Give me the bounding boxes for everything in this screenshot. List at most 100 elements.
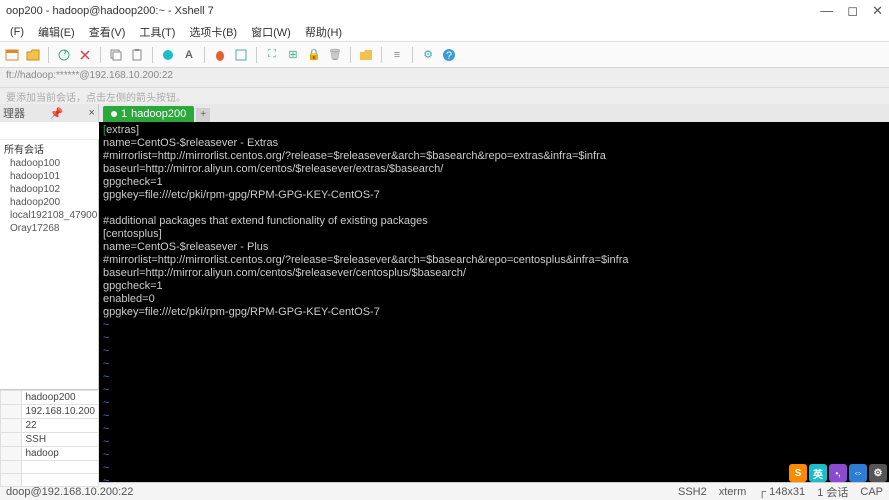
sidebar-close-icon[interactable]: × — [89, 107, 95, 119]
terminal[interactable]: [extras] name=CentOS-$releasever - Extra… — [99, 122, 889, 482]
status-ssh: SSH2 — [678, 486, 707, 498]
term-line: gpgkey=file:///etc/pki/rpm-gpg/RPM-GPG-K… — [103, 189, 380, 201]
script-icon[interactable] — [233, 47, 249, 63]
prop-row: hadoop200 — [1, 391, 99, 405]
copy-icon[interactable] — [108, 47, 124, 63]
folder-icon[interactable] — [358, 47, 374, 63]
maximize-button[interactable]: ◻ — [847, 3, 858, 19]
collapse-icon[interactable]: ⊞ — [285, 47, 301, 63]
session-item[interactable]: Oray17268 — [0, 222, 98, 235]
tab-label: hadoop200 — [131, 108, 186, 120]
status-sessions: 1 会话 — [817, 484, 848, 500]
tab-add-button[interactable]: + — [196, 108, 210, 122]
term-line: extras] — [106, 124, 139, 136]
tab-index: 1 — [121, 108, 127, 120]
close-button[interactable]: ✕ — [872, 3, 883, 19]
hint-bar: 要添加当前会话，点击左侧的箭头按钮。 — [0, 88, 889, 104]
disconnect-icon[interactable] — [77, 47, 93, 63]
prop-protocol: SSH — [22, 433, 99, 447]
trash-icon[interactable]: 🗑 — [327, 47, 343, 63]
settings-icon[interactable]: ⚙ — [420, 47, 436, 63]
expand-icon[interactable]: ⛶ — [264, 47, 280, 63]
term-line: enabled=0 — [103, 293, 155, 305]
prop-row: hadoop — [1, 447, 99, 461]
sidebar-title: 理器 — [3, 105, 25, 121]
svg-text:?: ? — [446, 50, 452, 62]
term-tilde: ~ — [103, 475, 109, 482]
separator — [381, 47, 382, 63]
menu-edit[interactable]: 编辑(E) — [32, 22, 81, 42]
term-tilde: ~ — [103, 384, 109, 396]
prop-host: 192.168.10.200 — [22, 405, 99, 419]
session-item[interactable]: hadoop200 — [0, 196, 98, 209]
session-item[interactable]: hadoop102 — [0, 183, 98, 196]
term-line: baseurl=http://mirror.aliyun.com/centos/… — [103, 163, 443, 175]
system-tray: S 英 •, ⇔ ⚙ — [789, 464, 887, 482]
list-icon[interactable]: ≡ — [389, 47, 405, 63]
menu-tab[interactable]: 选项卡(B) — [183, 22, 243, 42]
term-line: name=CentOS-$releasever - Extras — [103, 137, 278, 149]
toolbar: A ⛶ ⊞ 🔒 🗑 ≡ ⚙ ? — [0, 42, 889, 68]
main-area: 理器 📌 × 🔍 所有会话 hadoop100 hadoop101 hadoop… — [0, 104, 889, 482]
title-bar: oop200 - hadoop@hadoop200:~ - Xshell 7 —… — [0, 0, 889, 22]
prop-row: SSH — [1, 433, 99, 447]
menu-help[interactable]: 帮助(H) — [299, 22, 348, 42]
lock-icon[interactable]: 🔒 — [306, 47, 322, 63]
prop-row: 22 — [1, 419, 99, 433]
bug-icon[interactable] — [212, 47, 228, 63]
new-session-icon[interactable] — [4, 47, 20, 63]
prop-name: hadoop200 — [22, 391, 99, 405]
term-tilde: ~ — [103, 332, 109, 344]
prop-user: hadoop — [22, 447, 99, 461]
separator — [412, 47, 413, 63]
separator — [256, 47, 257, 63]
session-item[interactable]: hadoop101 — [0, 170, 98, 183]
term-line: #mirrorlist=http://mirrorlist.centos.org… — [103, 254, 629, 266]
paste-icon[interactable] — [129, 47, 145, 63]
term-line: #additional packages that extend functio… — [103, 215, 428, 227]
term-line: baseurl=http://mirror.aliyun.com/centos/… — [103, 267, 466, 279]
session-properties: hadoop200 192.168.10.200 22 SSH hadoop — [0, 389, 99, 487]
separator — [100, 47, 101, 63]
tray-settings-icon[interactable]: ⚙ — [869, 464, 887, 482]
tray-lang-icon[interactable]: 英 — [809, 464, 827, 482]
session-item[interactable]: local192108_47900 — [0, 209, 98, 222]
open-session-icon[interactable] — [25, 47, 41, 63]
tab-bar: 1 hadoop200 + — [99, 104, 889, 122]
term-tilde: ~ — [103, 462, 109, 474]
window-title: oop200 - hadoop@hadoop200:~ - Xshell 7 — [6, 5, 214, 17]
separator — [350, 47, 351, 63]
menu-file[interactable]: (F) — [4, 24, 30, 40]
status-bar: doop@192.168.10.200:22 SSH2 xterm ┌ 148x… — [0, 482, 889, 500]
term-line: gpgcheck=1 — [103, 280, 163, 292]
menu-tools[interactable]: 工具(T) — [133, 22, 181, 42]
prop-row — [1, 461, 99, 474]
term-tilde: ~ — [103, 436, 109, 448]
tab-active[interactable]: 1 hadoop200 — [103, 106, 194, 122]
term-line: gpgkey=file:///etc/pki/rpm-gpg/RPM-GPG-K… — [103, 306, 380, 318]
address-bar[interactable]: ft://hadoop:******@192.168.10.200:22 — [0, 68, 889, 88]
term-tilde: ~ — [103, 410, 109, 422]
session-group[interactable]: 所有会话 — [0, 140, 98, 157]
minimize-button[interactable]: — — [820, 3, 833, 19]
term-tilde: ~ — [103, 449, 109, 461]
status-caps: CAP — [860, 486, 883, 498]
separator — [204, 47, 205, 63]
reconnect-icon[interactable] — [56, 47, 72, 63]
tray-width-icon[interactable]: ⇔ — [849, 464, 867, 482]
status-size: ┌ 148x31 — [758, 486, 805, 498]
prop-port: 22 — [22, 419, 99, 433]
color-dot-icon[interactable] — [160, 47, 176, 63]
tray-ime-icon[interactable]: S — [789, 464, 807, 482]
term-tilde: ~ — [103, 319, 109, 331]
window-controls: — ◻ ✕ — [820, 3, 883, 19]
menu-view[interactable]: 查看(V) — [83, 22, 132, 42]
session-item[interactable]: hadoop100 — [0, 157, 98, 170]
sidebar-pin-icon[interactable]: 📌 — [50, 107, 64, 120]
help-icon[interactable]: ? — [441, 47, 457, 63]
menu-window[interactable]: 窗口(W) — [245, 22, 297, 42]
tray-punct-icon[interactable]: •, — [829, 464, 847, 482]
font-icon[interactable]: A — [181, 47, 197, 63]
status-right: SSH2 xterm ┌ 148x31 1 会话 CAP — [678, 484, 883, 500]
separator — [152, 47, 153, 63]
